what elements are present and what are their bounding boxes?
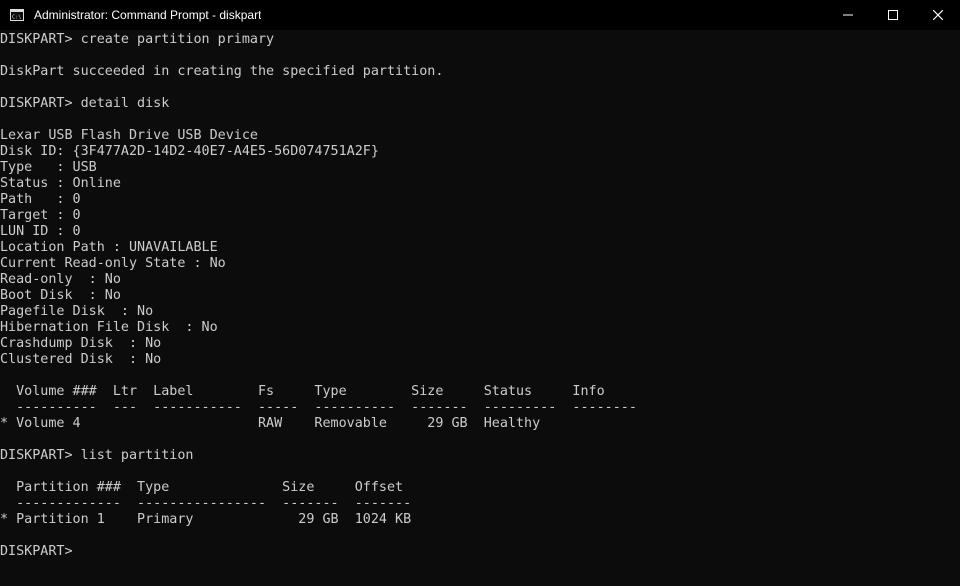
- console-window-icon: C:\: [9, 7, 25, 23]
- window-controls: [825, 0, 960, 30]
- terminal-line: Target : 0: [0, 208, 960, 224]
- close-button[interactable]: [915, 0, 960, 30]
- terminal-line: ---------- --- ----------- ----- -------…: [0, 400, 960, 416]
- terminal-line: [0, 112, 960, 128]
- terminal-line: Lexar USB Flash Drive USB Device: [0, 128, 960, 144]
- minimize-icon: [842, 9, 854, 21]
- minimize-button[interactable]: [825, 0, 870, 30]
- terminal-line: DISKPART> create partition primary: [0, 32, 960, 48]
- terminal-line: ------------- ---------------- ------- -…: [0, 496, 960, 512]
- terminal-screen: DISKPART> create partition primary DiskP…: [0, 32, 960, 560]
- terminal-line: [0, 368, 960, 384]
- window-titlebar[interactable]: C:\ Administrator: Command Prompt - disk…: [0, 0, 960, 30]
- terminal-line: Status : Online: [0, 176, 960, 192]
- terminal-line: Clustered Disk : No: [0, 352, 960, 368]
- terminal-line: DISKPART> detail disk: [0, 96, 960, 112]
- terminal-line: * Partition 1 Primary 29 GB 1024 KB: [0, 512, 960, 528]
- command-prompt-window: C:\ Administrator: Command Prompt - disk…: [0, 0, 960, 586]
- terminal-line: [0, 528, 960, 544]
- titlebar-left-group: C:\ Administrator: Command Prompt - disk…: [0, 7, 825, 23]
- terminal-line: LUN ID : 0: [0, 224, 960, 240]
- terminal-line: DISKPART>: [0, 544, 960, 560]
- svg-text:C:\: C:\: [12, 14, 21, 20]
- terminal-line: DiskPart succeeded in creating the speci…: [0, 64, 960, 80]
- terminal-line: Path : 0: [0, 192, 960, 208]
- terminal-line: Current Read-only State : No: [0, 256, 960, 272]
- terminal-line: DISKPART> list partition: [0, 448, 960, 464]
- terminal-line: Crashdump Disk : No: [0, 336, 960, 352]
- terminal-line: Pagefile Disk : No: [0, 304, 960, 320]
- terminal-line: Type : USB: [0, 160, 960, 176]
- terminal-line: Hibernation File Disk : No: [0, 320, 960, 336]
- terminal-line: Location Path : UNAVAILABLE: [0, 240, 960, 256]
- terminal-line: Read-only : No: [0, 272, 960, 288]
- terminal-line: [0, 80, 960, 96]
- terminal-line: Volume ### Ltr Label Fs Type Size Status…: [0, 384, 960, 400]
- terminal-line: [0, 464, 960, 480]
- close-icon: [932, 9, 944, 21]
- terminal-line: [0, 48, 960, 64]
- terminal-line: Disk ID: {3F477A2D-14D2-40E7-A4E5-56D074…: [0, 144, 960, 160]
- maximize-button[interactable]: [870, 0, 915, 30]
- terminal-line: Boot Disk : No: [0, 288, 960, 304]
- terminal-line: [0, 432, 960, 448]
- terminal-line: * Volume 4 RAW Removable 29 GB Healthy: [0, 416, 960, 432]
- terminal-output-area[interactable]: DISKPART> create partition primary DiskP…: [0, 30, 960, 586]
- terminal-line: Partition ### Type Size Offset: [0, 480, 960, 496]
- maximize-icon: [887, 9, 899, 21]
- window-title: Administrator: Command Prompt - diskpart: [34, 7, 261, 23]
